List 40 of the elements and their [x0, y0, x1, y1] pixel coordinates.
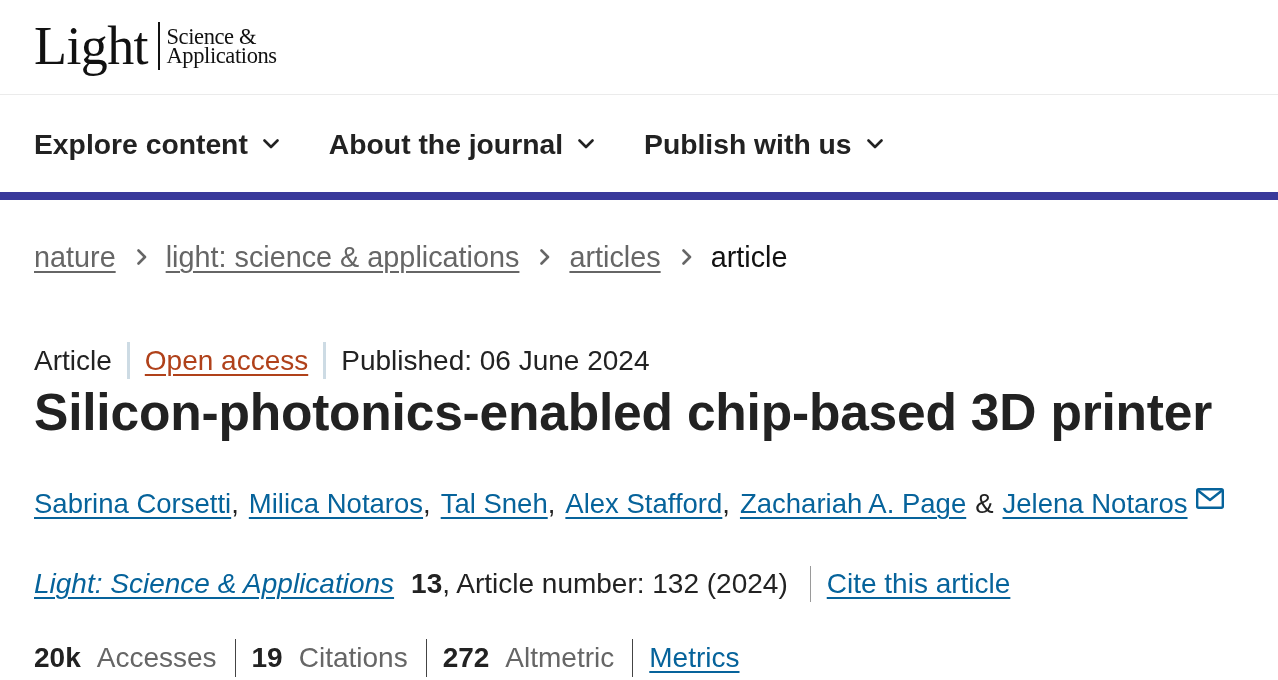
author-link[interactable]: Zachariah A. Page [739, 486, 967, 522]
metric-count: 272 [442, 641, 490, 675]
nav-menu-button[interactable]: Explore content [34, 125, 279, 162]
open-access-link[interactable]: Open access [144, 342, 309, 379]
chevron-right-icon [681, 249, 692, 265]
journal-link[interactable]: Light: Science & Applications [34, 566, 395, 602]
metric-name: Accesses [96, 641, 217, 675]
author-link[interactable]: Alex Stafford [565, 486, 723, 522]
author-link[interactable]: Milica Notaros [248, 486, 424, 522]
citation-details: 13, Article number: 132 (2024) [411, 567, 788, 601]
author-separator: , [423, 487, 431, 521]
chevron-down-icon [262, 138, 279, 149]
breadcrumb-link[interactable]: light: science & applications [165, 239, 520, 275]
metric-name: Citations [298, 641, 408, 675]
chevron-down-icon [866, 138, 883, 149]
metrics-link[interactable]: Metrics [649, 640, 740, 676]
nav-menu-button[interactable]: Publish with us [644, 125, 883, 162]
breadcrumb-current: article [710, 240, 788, 275]
article-type: Article [34, 343, 112, 378]
nav-menu-button[interactable]: About the journal [328, 125, 595, 162]
breadcrumb-link[interactable]: nature [34, 239, 116, 275]
author-separator: , [722, 487, 730, 521]
author-separator: , [231, 487, 239, 521]
envelope-icon[interactable] [1195, 488, 1224, 509]
author-separator: & [975, 487, 994, 521]
author-separator: , [547, 487, 556, 521]
publish-date: Published: 06 June 2024 [341, 343, 650, 378]
metric-count: 19 [251, 641, 283, 675]
logo-wordmark: Light [34, 18, 148, 74]
author-link[interactable]: Sabrina Corsetti [34, 486, 232, 522]
author-link[interactable]: Jelena Notaros [1002, 486, 1188, 522]
metric-count: 20k [34, 641, 81, 675]
chevron-right-icon [540, 249, 551, 265]
article-title: Silicon-photonics-enabled chip-based 3D printer [34, 383, 1214, 441]
chevron-down-icon [578, 138, 595, 149]
metric-name: Altmetric [505, 641, 615, 675]
breadcrumb-link[interactable]: articles [569, 239, 661, 275]
chevron-right-icon [136, 249, 147, 265]
cite-article-link[interactable]: Cite this article [826, 566, 1011, 602]
author-link[interactable]: Tal Sneh [440, 486, 548, 522]
